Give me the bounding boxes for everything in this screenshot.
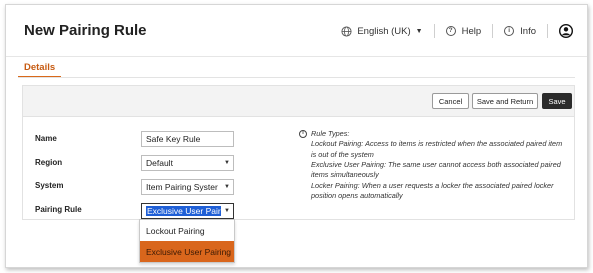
tab-divider [18,77,575,78]
language-selector[interactable]: English (UK) ▼ [341,25,423,37]
dropdown-option-exclusive-user-pairing[interactable]: Exclusive User Pairing [140,241,234,262]
user-menu[interactable] [559,24,573,38]
pairing-rule-dropdown: Lockout Pairing Exclusive User Pairing [139,219,235,263]
region-value: Default [146,158,173,168]
system-value: Item Pairing Syster [146,182,218,192]
chevron-down-icon: ▼ [224,208,230,214]
region-label: Region [35,158,63,167]
pairing-rule-value: Exclusive User Pair [146,206,221,216]
info-circle-icon: i [299,130,307,138]
info-line-lockout: Lockout Pairing: Access to items is rest… [311,139,563,159]
nav-divider [433,24,435,38]
info-icon: i [504,26,515,36]
help-link[interactable]: ? Help [445,25,482,37]
info-line-locker: Locker Pairing: When a user requests a l… [311,180,554,201]
save-and-return-button[interactable]: Save and Return [472,93,538,109]
region-select[interactable]: Default ▼ [141,155,234,171]
action-bar: Cancel Save and Return Save [23,86,574,117]
help-label: Help [461,25,482,37]
chevron-down-icon: ▼ [224,160,230,166]
system-select[interactable]: Item Pairing Syster ▼ [141,179,234,195]
info-line-exclusive: Exclusive User Pairing: The same user ca… [311,160,561,180]
rule-types-info: i Rule Types: Lockout Pairing: Access to… [299,129,563,202]
nav-divider [547,24,548,38]
name-label: Name [35,134,57,143]
chevron-down-icon: ▼ [224,184,230,190]
page-title: New Pairing Rule [24,22,147,39]
info-heading: Rule Types: [311,129,350,138]
name-field[interactable]: Safe Key Rule [141,131,234,147]
globe-icon [341,25,352,37]
info-link[interactable]: i Info [504,26,536,37]
tab-details[interactable]: Details [18,62,62,78]
pairing-rule-label: Pairing Rule [35,205,82,214]
dropdown-option-lockout-pairing[interactable]: Lockout Pairing [140,220,234,241]
nav-divider [492,24,494,38]
system-label: System [35,181,64,190]
details-panel: Cancel Save and Return Save Name Safe Ke… [22,85,575,220]
header-nav: English (UK) ▼ ? Help i Info [341,22,573,40]
app-window: New Pairing Rule English (UK) ▼ ? Help i… [5,4,588,268]
help-icon: ? [445,26,456,36]
info-label: Info [520,25,536,37]
language-label: English (UK) [357,25,411,37]
header-bar: New Pairing Rule English (UK) ▼ ? Help i… [6,5,587,57]
cancel-button[interactable]: Cancel [432,93,469,109]
save-button[interactable]: Save [542,93,572,109]
pairing-rule-select[interactable]: Exclusive User Pair ▼ [141,203,234,219]
user-icon [559,24,573,38]
chevron-down-icon: ▼ [415,27,423,35]
tab-bar: Details [18,62,62,78]
